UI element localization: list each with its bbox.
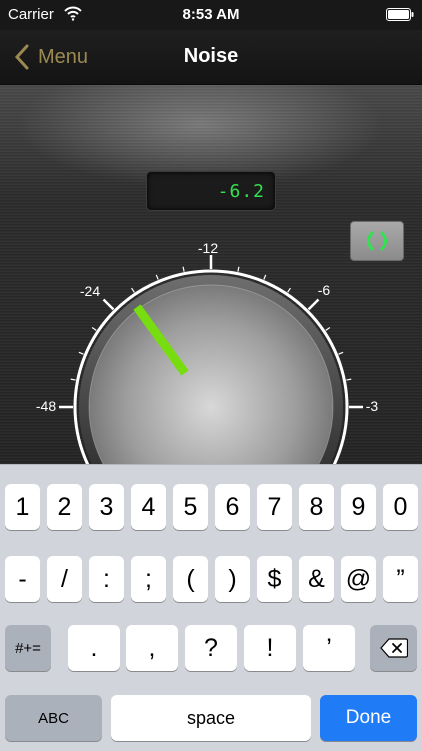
backspace-icon <box>379 638 408 658</box>
dial-minor-tick <box>70 378 76 381</box>
key-1[interactable]: 1 <box>5 484 40 530</box>
key-8[interactable]: 8 <box>299 484 334 530</box>
key-9[interactable]: 9 <box>341 484 376 530</box>
dial-label-minus-3: -3 <box>365 398 379 414</box>
dial-minor-tick <box>91 327 97 331</box>
dial-major-tick <box>307 298 320 311</box>
key-2[interactable]: 2 <box>47 484 82 530</box>
dial-minor-tick <box>338 351 344 355</box>
page-title: Noise <box>183 45 239 67</box>
key-4[interactable]: 4 <box>131 484 166 530</box>
dial-label-minus-48: -48 <box>35 398 57 414</box>
noise-control-panel: -6.2 -48 -24 -12 -6 -3 <box>0 85 422 464</box>
battery-icon <box>386 8 414 21</box>
dial-major-tick <box>102 298 115 311</box>
key-5[interactable]: 5 <box>173 484 208 530</box>
dial-minor-tick <box>131 287 135 293</box>
key-0[interactable]: 0 <box>383 484 418 530</box>
dial-minor-tick <box>263 274 267 280</box>
key-6[interactable]: 6 <box>215 484 250 530</box>
abc-key[interactable]: ABC <box>5 695 102 741</box>
navigation-bar: Menu Noise <box>0 30 422 85</box>
key-colon[interactable]: : <box>89 556 124 602</box>
key-period[interactable]: . <box>68 625 120 671</box>
clock: 8:53 AM <box>182 6 240 23</box>
key-ampersand[interactable]: & <box>299 556 334 602</box>
key-quote[interactable]: ” <box>383 556 418 602</box>
dial-minor-tick <box>237 266 240 272</box>
key-close-paren[interactable]: ) <box>215 556 250 602</box>
numeric-keyboard: 1 2 3 4 5 6 7 8 9 0 - / : ; ( ) $ & @ ” … <box>0 464 422 751</box>
dial-minor-tick <box>182 266 185 272</box>
dial-label-minus-24: -24 <box>79 283 101 299</box>
backspace-key[interactable] <box>370 625 417 671</box>
status-bar: Carrier 8:53 AM <box>0 0 422 30</box>
dial-label-minus-12: -12 <box>197 240 219 256</box>
key-apostrophe[interactable]: ’ <box>303 625 355 671</box>
key-hyphen[interactable]: - <box>5 556 40 602</box>
key-semicolon[interactable]: ; <box>131 556 166 602</box>
dial-minor-tick <box>78 351 84 355</box>
space-key[interactable]: space <box>111 695 311 741</box>
done-key[interactable]: Done <box>320 695 417 741</box>
dial-minor-tick <box>346 378 352 381</box>
dial-minor-tick <box>287 287 291 293</box>
key-open-paren[interactable]: ( <box>173 556 208 602</box>
key-comma[interactable]: , <box>126 625 178 671</box>
key-at[interactable]: @ <box>341 556 376 602</box>
key-slash[interactable]: / <box>47 556 82 602</box>
dial-minor-tick <box>325 327 331 331</box>
dial-label-minus-6: -6 <box>317 282 331 298</box>
key-3[interactable]: 3 <box>89 484 124 530</box>
key-question[interactable]: ? <box>185 625 237 671</box>
dial-minor-tick <box>155 274 159 280</box>
key-exclamation[interactable]: ! <box>244 625 296 671</box>
key-dollar[interactable]: $ <box>257 556 292 602</box>
level-dial[interactable] <box>0 85 422 464</box>
symbols-key[interactable]: #+= <box>5 625 51 671</box>
key-7[interactable]: 7 <box>257 484 292 530</box>
